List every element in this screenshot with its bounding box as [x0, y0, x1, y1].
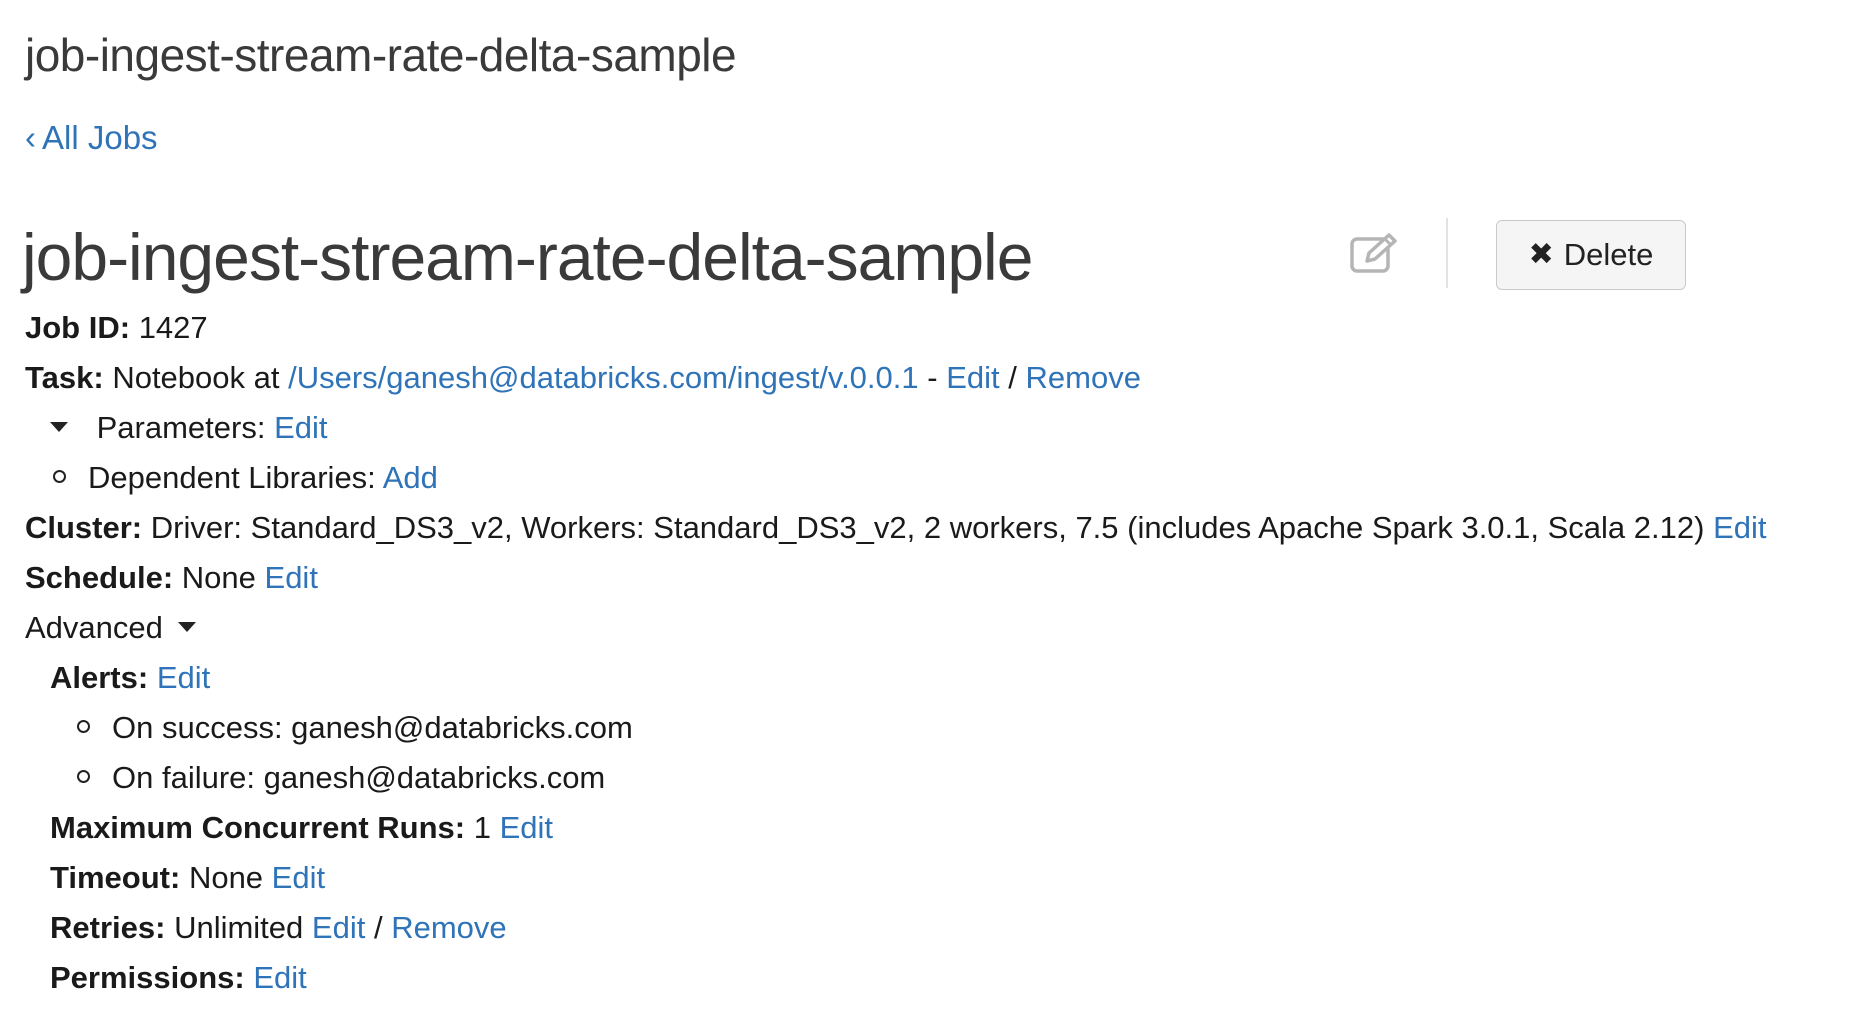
caret-down-icon: [177, 621, 196, 632]
alert-on-failure-text: On failure: ganesh@databricks.com: [112, 760, 606, 795]
header-divider: [1446, 218, 1448, 288]
task-prefix: Notebook at: [112, 360, 280, 395]
retries-label: Retries:: [50, 910, 166, 945]
retries-row: Retries: Unlimited Edit / Remove: [50, 908, 507, 948]
job-id-label: Job ID:: [25, 310, 131, 345]
job-id-row: Job ID: 1427: [25, 308, 208, 348]
delete-button-label: Delete: [1563, 237, 1654, 272]
retries-remove-link[interactable]: Remove: [391, 910, 506, 945]
bullet-circle-icon: [77, 770, 90, 784]
job-details-page: job-ingest-stream-rate-delta-sample ‹ All…: [0, 0, 1860, 1014]
pencil-square-icon: [1350, 233, 1397, 273]
task-separator: -: [927, 360, 938, 395]
max-concurrent-runs-value: 1: [473, 810, 491, 845]
delete-button[interactable]: ✖ Delete: [1496, 220, 1686, 290]
max-concurrent-runs-row: Maximum Concurrent Runs: 1 Edit: [50, 808, 553, 848]
caret-down-icon[interactable]: [50, 421, 68, 432]
task-row: Task: Notebook at /Users/ganesh@databric…: [25, 358, 1141, 398]
schedule-edit-link[interactable]: Edit: [265, 560, 318, 595]
bullet-circle-icon: [53, 470, 66, 484]
cluster-label: Cluster:: [25, 510, 143, 545]
bullet-circle-icon: [77, 720, 90, 734]
cluster-edit-link[interactable]: Edit: [1713, 510, 1766, 545]
timeout-label: Timeout:: [50, 860, 181, 895]
timeout-row: Timeout: None Edit: [50, 858, 325, 898]
dependent-libraries-add-link[interactable]: Add: [383, 460, 438, 495]
alerts-label: Alerts:: [50, 660, 149, 695]
all-jobs-link-label: All Jobs: [42, 119, 158, 156]
alerts-row: Alerts: Edit: [50, 658, 210, 698]
page-header-title: job-ingest-stream-rate-delta-sample: [25, 29, 737, 81]
chevron-left-icon: ‹: [25, 119, 36, 156]
cluster-row: Cluster: Driver: Standard_DS3_v2, Worker…: [25, 508, 1767, 548]
task-label: Task:: [25, 360, 104, 395]
retries-slash: /: [373, 910, 383, 945]
parameters-edit-link[interactable]: Edit: [274, 410, 327, 445]
schedule-row: Schedule: None Edit: [25, 558, 318, 598]
alert-on-success-text: On success: ganesh@databricks.com: [112, 710, 633, 745]
parameters-row: Parameters: Edit: [50, 408, 328, 448]
timeout-edit-link[interactable]: Edit: [272, 860, 325, 895]
parameters-label: Parameters:: [96, 410, 266, 445]
task-edit-link[interactable]: Edit: [946, 360, 999, 395]
timeout-value: None: [188, 860, 264, 895]
max-concurrent-runs-edit-link[interactable]: Edit: [500, 810, 553, 845]
schedule-value: None: [181, 560, 256, 595]
advanced-toggle[interactable]: Advanced: [25, 608, 196, 648]
schedule-label: Schedule:: [25, 560, 174, 595]
cluster-value: Driver: Standard_DS3_v2, Workers: Standa…: [150, 510, 1705, 545]
task-notebook-link[interactable]: /Users/ganesh@databricks.com/ingest/v.0.…: [288, 360, 919, 395]
task-slash: /: [1008, 360, 1017, 395]
dependent-libraries-row: Dependent Libraries: Add: [53, 458, 438, 498]
advanced-label: Advanced: [25, 610, 163, 645]
alerts-edit-link[interactable]: Edit: [157, 660, 210, 695]
job-id-value: 1427: [138, 310, 208, 345]
task-remove-link[interactable]: Remove: [1026, 360, 1141, 395]
permissions-row: Permissions: Edit: [50, 958, 307, 998]
retries-edit-link[interactable]: Edit: [312, 910, 365, 945]
permissions-label: Permissions:: [50, 960, 245, 995]
all-jobs-link[interactable]: ‹ All Jobs: [25, 119, 158, 157]
permissions-edit-link[interactable]: Edit: [253, 960, 306, 995]
edit-job-name-button[interactable]: [1348, 229, 1402, 277]
max-concurrent-runs-label: Maximum Concurrent Runs:: [50, 810, 466, 845]
job-title: job-ingest-stream-rate-delta-sample: [22, 220, 1033, 294]
alert-on-success: On success: ganesh@databricks.com: [77, 708, 633, 748]
dependent-libraries-label: Dependent Libraries:: [88, 460, 376, 495]
close-icon: ✖: [1528, 238, 1554, 271]
alert-on-failure: On failure: ganesh@databricks.com: [77, 758, 605, 798]
retries-value: Unlimited: [174, 910, 304, 945]
